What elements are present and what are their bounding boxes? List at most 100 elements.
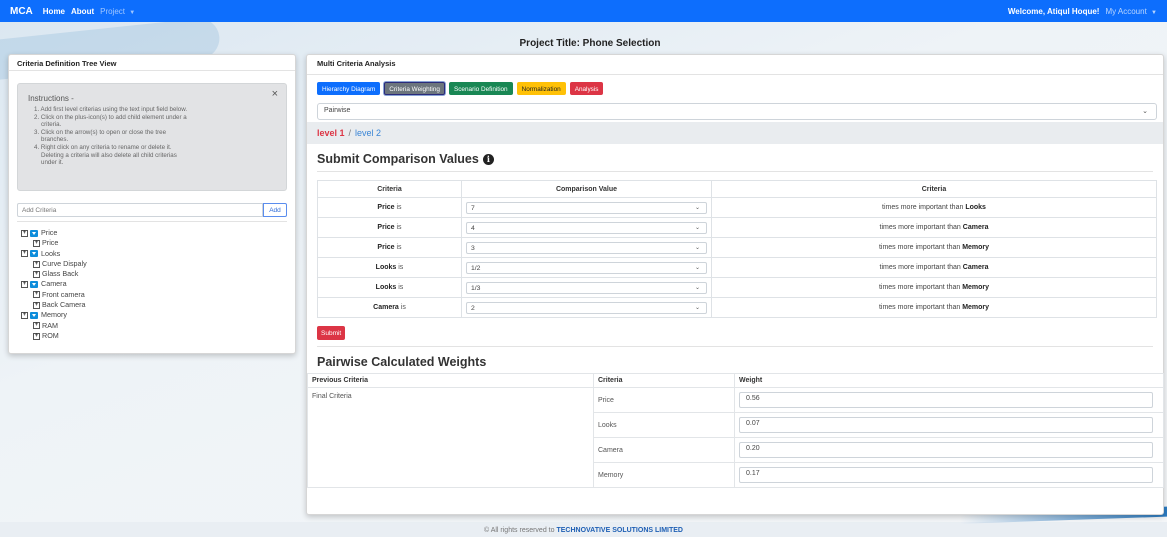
account-dropdown[interactable]: My Account ▼ <box>1105 7 1157 16</box>
weight-criteria: Camera <box>593 437 735 463</box>
chevron-down-icon: ⌄ <box>694 204 700 211</box>
tree-leaf-label[interactable]: Front camera <box>42 290 85 300</box>
breadcrumb: level 1 / level 2 <box>307 122 1163 144</box>
tree-leaf[interactable]: + Price <box>21 238 295 248</box>
weight-value-field[interactable]: 0.17 <box>739 467 1153 483</box>
tree-leaf[interactable]: + RAM <box>21 321 295 331</box>
tree-node-looks[interactable]: + Looks <box>21 249 295 259</box>
tree-leaf-label[interactable]: Price <box>42 238 58 248</box>
column-header: Criteria <box>711 180 1157 198</box>
add-criteria-input[interactable] <box>17 203 263 217</box>
tree-leaf-label[interactable]: Curve Dispaly <box>42 259 87 269</box>
toggle-arrow-icon[interactable] <box>30 250 38 258</box>
tab-normalization[interactable]: Normalization <box>516 82 566 95</box>
criteria-tree-panel: Criteria Definition Tree View Instructio… <box>8 54 296 354</box>
criteria-tree: + Price + Price + Looks + Curve Dispaly … <box>21 228 295 341</box>
footer: © All rights reserved to TECHNOVATIVE SO… <box>0 527 1167 534</box>
tree-node-camera[interactable]: + Camera <box>21 279 295 289</box>
row-value-cell: 7 ⌄ <box>461 197 712 218</box>
instruction-line: 2. Click on the plus-icon(s) to add chil… <box>34 113 187 121</box>
toggle-arrow-icon[interactable] <box>30 281 38 289</box>
brand-logo[interactable]: MCA <box>10 6 33 17</box>
comparison-value-select[interactable]: 7 ⌄ <box>466 201 707 214</box>
info-icon[interactable]: i <box>482 153 494 165</box>
tree-node-label[interactable]: Looks <box>41 249 60 259</box>
table-row: Price is 4 ⌄ times more important than Ca… <box>317 217 1157 238</box>
plus-icon[interactable]: + <box>33 270 40 278</box>
chevron-down-icon: ⌄ <box>694 244 700 251</box>
plus-icon[interactable]: + <box>21 312 28 320</box>
tree-leaf[interactable]: + ROM <box>21 331 295 341</box>
tab-hierarchy-diagram[interactable]: Hierarchy Diagram <box>317 82 381 95</box>
weight-value-field[interactable]: 0.20 <box>739 442 1153 458</box>
tree-leaf-label[interactable]: Glass Back <box>42 269 78 279</box>
plus-icon[interactable]: + <box>21 281 28 289</box>
nav-project-dropdown[interactable]: Project ▼ <box>100 7 135 16</box>
tab-analysis[interactable]: Analysis <box>569 82 604 95</box>
chevron-down-icon: ⌄ <box>694 264 700 271</box>
caret-down-icon: ▼ <box>1151 9 1157 16</box>
comparison-value-select[interactable]: 3 ⌄ <box>466 241 707 254</box>
chevron-down-icon: ⌄ <box>694 284 700 291</box>
weights-section-title: Pairwise Calculated Weights <box>317 355 487 369</box>
column-header: Criteria <box>593 373 735 388</box>
divider <box>317 346 1153 347</box>
comparison-value-select[interactable]: 2 ⌄ <box>466 301 707 314</box>
instruction-line: 3. Click on the arrow(s) to open or clos… <box>34 128 167 136</box>
comparison-title-text: Submit Comparison Values <box>317 152 479 166</box>
tree-leaf-label[interactable]: RAM <box>42 321 58 331</box>
plus-icon[interactable]: + <box>33 239 40 247</box>
toggle-arrow-icon[interactable] <box>30 229 38 237</box>
plus-icon[interactable]: + <box>21 250 28 258</box>
account-label: My Account <box>1105 6 1147 16</box>
tree-node-label[interactable]: Camera <box>41 279 67 289</box>
comparison-table: Criteria Comparison Value Criteria Price… <box>317 180 1157 318</box>
row-target: Camera <box>962 264 989 271</box>
row-criteria-cell: Camera is <box>317 297 462 318</box>
column-header: Previous Criteria <box>307 373 594 388</box>
breadcrumb-level-2[interactable]: level 2 <box>355 128 381 138</box>
chevron-down-icon: ⌄ <box>694 224 700 231</box>
comparison-value-select[interactable]: 1/2 ⌄ <box>466 261 707 274</box>
more-important-text: times more important than <box>878 244 961 251</box>
plus-icon[interactable]: + <box>33 260 40 268</box>
plus-icon[interactable]: + <box>21 229 28 237</box>
breadcrumb-level-1[interactable]: level 1 <box>317 128 345 138</box>
comparison-value-select[interactable]: 4 ⌄ <box>466 221 707 234</box>
tree-leaf-label[interactable]: Back Camera <box>42 300 86 310</box>
close-icon[interactable]: × <box>272 88 278 100</box>
tree-leaf[interactable]: + Curve Dispaly <box>21 259 295 269</box>
tree-node-memory[interactable]: + Memory <box>21 310 295 320</box>
plus-icon[interactable]: + <box>33 332 40 340</box>
footer-company-link[interactable]: TECHNOVATIVE SOLUTIONS LIMITED <box>556 527 683 534</box>
row-criteria: Camera <box>373 304 399 311</box>
breadcrumb-separator: / <box>348 128 352 138</box>
tree-leaf[interactable]: + Back Camera <box>21 300 295 310</box>
row-value-cell: 2 ⌄ <box>461 297 712 318</box>
tab-criteria-weighting[interactable]: Criteria Weighting <box>384 82 445 95</box>
plus-icon[interactable]: + <box>33 301 40 309</box>
instruction-line: under it. <box>41 159 64 167</box>
method-select[interactable]: Pairwise ⌄ <box>317 103 1157 120</box>
weight-cell: 0.20 <box>734 437 1164 463</box>
nav-home[interactable]: Home <box>43 7 65 16</box>
toggle-arrow-icon[interactable] <box>30 312 38 320</box>
instruction-line: criteria. <box>41 121 62 129</box>
weight-value-field[interactable]: 0.56 <box>739 392 1153 408</box>
submit-button[interactable]: Submit <box>317 326 346 340</box>
tree-node-label[interactable]: Price <box>41 228 57 238</box>
plus-icon[interactable]: + <box>33 291 40 299</box>
nav-about[interactable]: About <box>71 7 94 16</box>
tree-node-label[interactable]: Memory <box>41 310 67 320</box>
tree-leaf[interactable]: + Glass Back <box>21 269 295 279</box>
tab-scenario-definition[interactable]: Scenario Definition <box>448 82 513 95</box>
project-title: Project Title: Phone Selection <box>519 38 661 49</box>
plus-icon[interactable]: + <box>33 322 40 330</box>
tree-leaf[interactable]: + Front camera <box>21 290 295 300</box>
weight-value-field[interactable]: 0.07 <box>739 417 1153 433</box>
tree-leaf-label[interactable]: ROM <box>42 331 59 341</box>
comparison-value-select[interactable]: 1/3 ⌄ <box>466 281 707 294</box>
tree-node-price[interactable]: + Price <box>21 228 295 238</box>
add-criteria-button[interactable]: Add <box>263 203 287 217</box>
row-value-cell: 1/3 ⌄ <box>461 277 712 298</box>
